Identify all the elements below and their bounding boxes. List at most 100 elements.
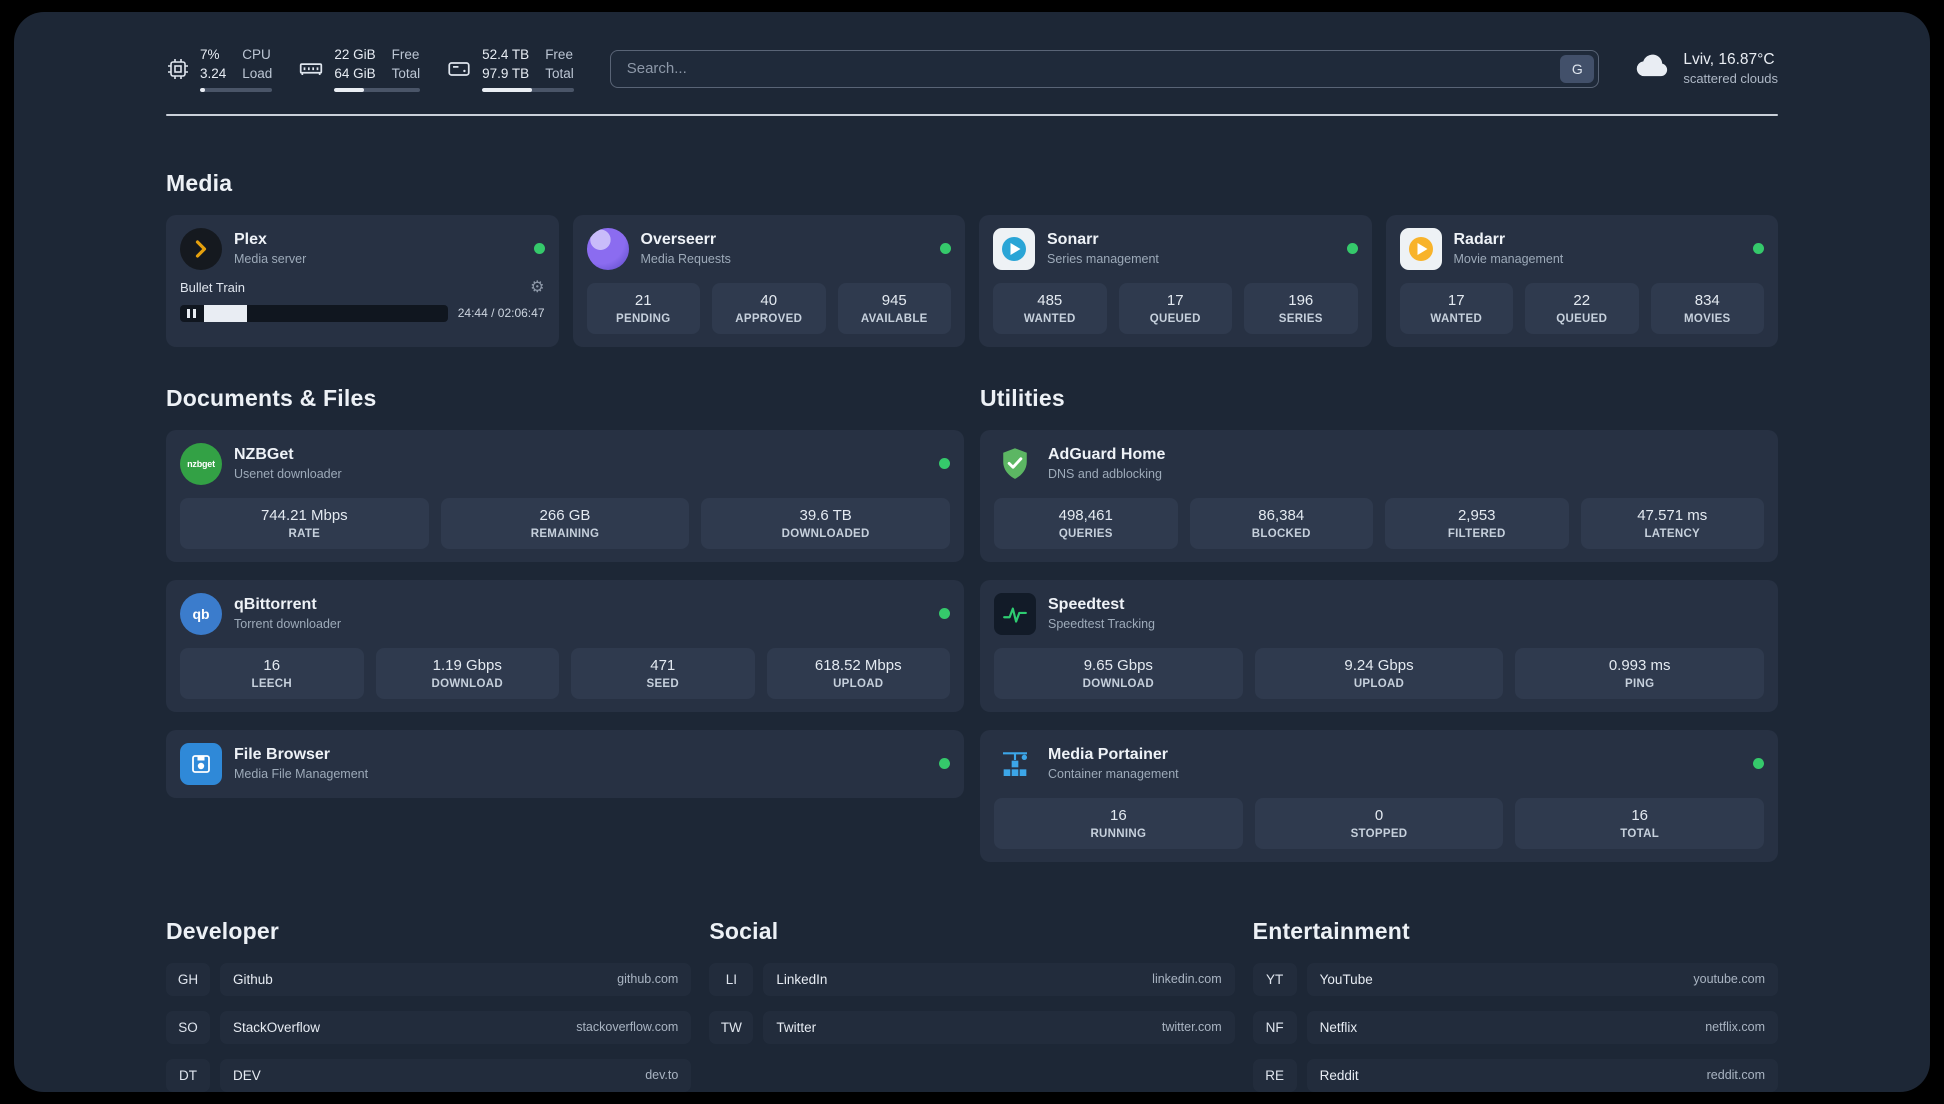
stat-value: 485 [1037,291,1063,309]
disk-total-value: 97.9 TB [482,65,530,81]
bookmark-stackoverflow[interactable]: SO StackOverflow stackoverflow.com [166,1010,692,1044]
topbar-divider [166,113,1778,116]
service-title: qBittorrent [234,596,317,614]
bookmark-dev[interactable]: DT DEV dev.to [166,1058,692,1092]
cpu-icon [166,57,190,81]
bookmark-twitter[interactable]: TW Twitter twitter.com [709,1010,1235,1044]
stat-tile: 17 QUEUED [1118,282,1232,334]
bookmark-group-developer: Developer GH Github github.com SO StackOv… [166,918,692,1092]
bookmark-reddit[interactable]: RE Reddit reddit.com [1252,1058,1778,1092]
portainer-icon [994,743,1036,785]
weather-condition: scattered clouds [1683,71,1778,87]
stat-tile: 0 STOPPED [1254,797,1504,849]
stat-label: DOWNLOAD [1082,677,1155,690]
stat-tile: 945 AVAILABLE [837,282,951,334]
service-subtitle: Torrent downloader [234,617,342,632]
card-radarr[interactable]: Radarr Movie management 17 WANTED 22 QUEUE… [1385,214,1778,347]
memory-total-label: Total [391,65,421,81]
stat-tile: 16 RUNNING [994,797,1243,849]
bookmark-github[interactable]: GH Github github.com [166,962,692,996]
card-plex[interactable]: Plex Media server Bullet Train ⚙ 24:44 /… [166,214,559,347]
card-filebrowser[interactable]: File Browser Media File Management [166,729,964,798]
bookmark-netflix[interactable]: NF Netflix netflix.com [1252,1010,1778,1044]
status-dot [1753,758,1764,770]
stat-value: 498,461 [1058,506,1113,524]
weather-widget: Lviv, 16.87°C scattered clouds [1635,51,1778,86]
stat-label: QUERIES [1058,527,1113,540]
stat-value: 471 [650,656,676,674]
stat-tile: 1.19 Gbps DOWNLOAD [375,647,559,699]
stat-label: TOTAL [1620,827,1660,840]
stat-tile: 2,953 FILTERED [1385,497,1569,549]
stat-label: DOWNLOAD [431,677,503,690]
stat-value: 40 [760,291,778,309]
stat-value: 945 [881,291,907,309]
radarr-icon [1399,227,1442,270]
bookmark-domain: linkedin.com [1152,972,1222,987]
stat-value: 86,384 [1258,506,1305,524]
bookmark-linkedin[interactable]: LI LinkedIn linkedin.com [709,962,1235,996]
service-subtitle: Usenet downloader [234,467,342,482]
stat-value: 2,953 [1457,506,1496,524]
filebrowser-icon [180,742,222,785]
stat-value: 1.19 Gbps [432,656,502,674]
card-qbittorrent[interactable]: qb qBittorrent Torrent downloader 16 LEEC… [166,579,964,712]
gear-icon[interactable]: ⚙ [530,279,544,296]
pause-icon[interactable] [187,308,196,318]
service-subtitle: Media File Management [234,767,369,782]
playback-progress-fill [204,304,247,322]
bookmark-abbr: TW [709,1010,754,1044]
stat-tile: 40 APPROVED [712,282,826,334]
stat-value: 16 [263,656,281,674]
section-bookmarks: Developer GH Github github.com SO StackOv… [166,918,1778,1092]
bookmark-name: LinkedIn [776,971,828,987]
memory-free-value: 22 GiB [334,47,376,62]
stat-label: SEED [646,677,680,690]
stat-tile: 834 MOVIES [1650,282,1764,334]
stat-label: FILTERED [1447,527,1506,540]
bookmark-abbr: DT [166,1058,210,1092]
bookmark-abbr: GH [166,962,210,996]
memory-total-value: 64 GiB [334,65,376,81]
service-title: Sonarr [1047,231,1099,249]
stat-label: MOVIES [1683,312,1731,325]
search-provider-button[interactable]: G [1560,54,1595,83]
card-overseerr[interactable]: Overseerr Media Requests 21 PENDING 40 APP… [572,214,965,347]
bookmark-domain: reddit.com [1706,1068,1765,1083]
cpu-usage-bar [200,87,273,92]
section-heading-documents: Documents & Files [166,384,377,411]
stat-tile: 0.993 ms PING [1515,647,1764,699]
section-heading-social: Social [709,917,779,944]
card-speedtest[interactable]: Speedtest Speedtest Tracking 9.65 Gbps DO… [980,579,1778,712]
bookmark-name: YouTube [1319,971,1373,987]
bookmark-name: Netflix [1319,1019,1358,1035]
bookmark-abbr: YT [1252,962,1297,996]
card-portainer[interactable]: Media Portainer Container management 16 R… [980,729,1778,862]
stat-value: 834 [1694,291,1720,309]
search-input[interactable] [609,49,1600,88]
stat-label: PING [1625,677,1655,690]
search-bar: G [609,49,1600,88]
stat-label: PENDING [616,312,671,325]
stat-tile: 17 WANTED [1399,282,1513,334]
stat-label: REMAINING [530,527,600,540]
disk-free-value: 52.4 TB [482,47,530,62]
plex-icon [180,227,222,270]
stat-label: RUNNING [1090,827,1147,840]
now-playing-title: Bullet Train [180,280,246,296]
card-sonarr[interactable]: Sonarr Series management 485 WANTED 17 QUE… [979,214,1372,347]
section-heading-entertainment: Entertainment [1252,917,1410,944]
stat-label: UPLOAD [833,677,884,690]
stat-value: 618.52 Mbps [814,656,902,674]
card-nzbget[interactable]: nzbget NZBGet Usenet downloader 744.21 M… [166,429,964,562]
bookmark-youtube[interactable]: YT YouTube youtube.com [1252,962,1778,996]
stat-value: 0 [1374,806,1384,824]
playback-progress-bar[interactable] [180,304,448,322]
service-title: AdGuard Home [1048,446,1166,464]
memory-free-label: Free [391,47,420,62]
stat-tile: 485 WANTED [993,282,1107,334]
stat-label: STOPPED [1350,827,1408,840]
card-adguard[interactable]: AdGuard Home DNS and adblocking 498,461 Q… [980,429,1778,562]
stat-tile: 47.571 ms LATENCY [1580,497,1764,549]
section-documents: Documents & Files nzbget NZBGet Usenet d… [166,385,964,798]
